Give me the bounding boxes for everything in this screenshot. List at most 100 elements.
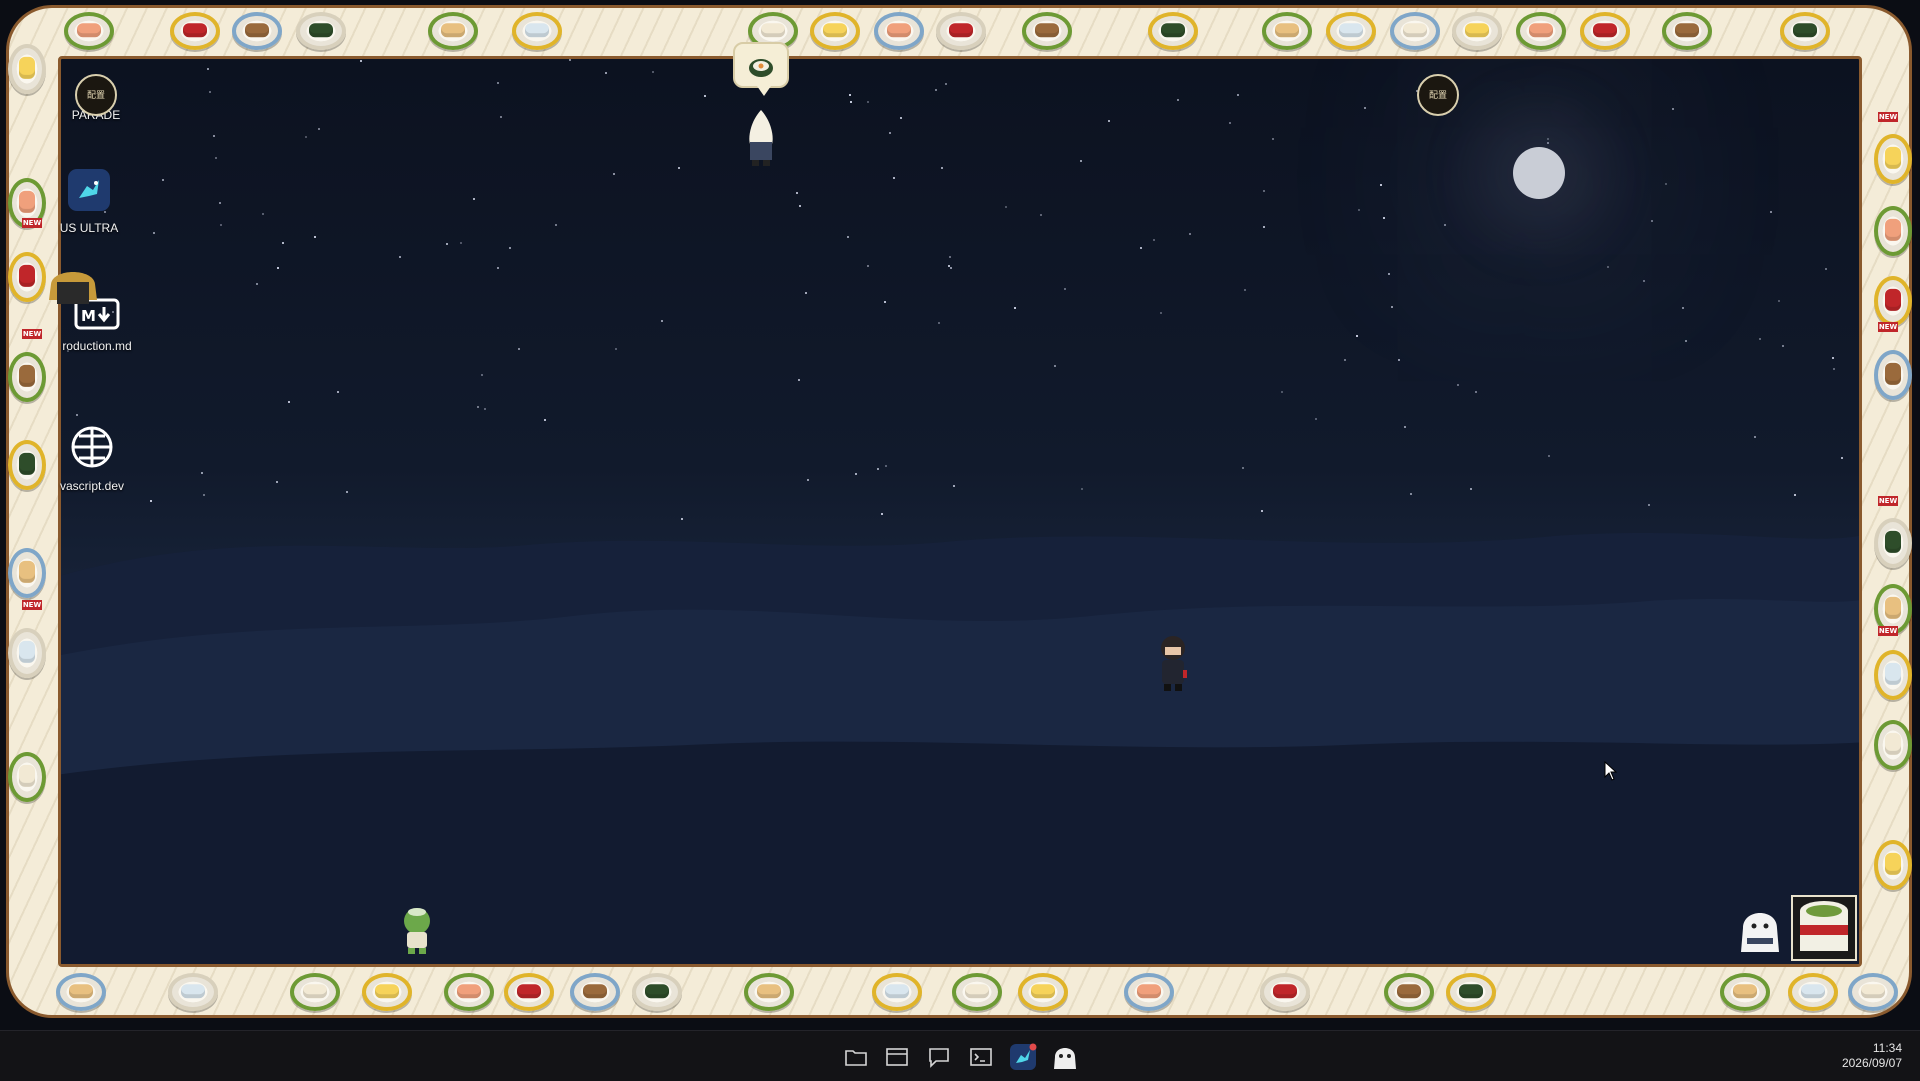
sushi-piece bbox=[1861, 984, 1885, 999]
sushi-piece bbox=[1885, 732, 1901, 755]
star bbox=[950, 267, 952, 269]
taskbar: 11:34 2026/09/07 bbox=[0, 1030, 1920, 1081]
ninja-character bbox=[1153, 634, 1193, 697]
desktop-icon-ultra[interactable]: US ULTRA bbox=[39, 168, 139, 235]
sushi-roll-icon bbox=[749, 59, 773, 77]
chat-button[interactable] bbox=[925, 1043, 953, 1071]
sushi-plate bbox=[8, 628, 46, 678]
sushi-plate bbox=[1124, 973, 1174, 1011]
star bbox=[213, 135, 215, 137]
sushi-piece bbox=[457, 984, 481, 999]
star bbox=[1388, 273, 1390, 275]
sushi-piece bbox=[757, 984, 781, 999]
files-button[interactable] bbox=[842, 1043, 870, 1071]
sushi-piece bbox=[1885, 218, 1901, 241]
sushi-piece bbox=[965, 984, 989, 999]
sushi-piece bbox=[1801, 984, 1825, 999]
star bbox=[1457, 384, 1459, 386]
star bbox=[497, 267, 499, 269]
star bbox=[201, 472, 203, 474]
sushi-plate bbox=[952, 973, 1002, 1011]
hills-background bbox=[61, 532, 1859, 964]
bird-app-icon bbox=[68, 169, 110, 211]
star bbox=[1383, 217, 1385, 219]
star bbox=[850, 101, 852, 103]
kappa-character bbox=[400, 906, 434, 961]
system-clock[interactable]: 11:34 2026/09/07 bbox=[1842, 1041, 1902, 1071]
star bbox=[203, 494, 205, 496]
clock-time: 11:34 bbox=[1872, 1041, 1902, 1055]
sushi-plate bbox=[56, 973, 106, 1011]
sushi-plate bbox=[512, 12, 562, 50]
star bbox=[849, 94, 851, 96]
star bbox=[1040, 214, 1042, 216]
sushi-plate bbox=[8, 44, 46, 94]
star bbox=[1014, 307, 1016, 309]
star bbox=[1356, 335, 1358, 337]
ghost-app-button[interactable] bbox=[1051, 1043, 1079, 1071]
sushi-plate bbox=[1580, 12, 1630, 50]
star bbox=[945, 83, 947, 85]
star bbox=[855, 473, 857, 475]
sushi-plate bbox=[8, 352, 46, 402]
new-badge: NEW bbox=[22, 600, 42, 610]
star bbox=[867, 265, 869, 267]
sushi-piece bbox=[1885, 596, 1901, 619]
sushi-plate bbox=[170, 12, 220, 50]
star bbox=[318, 128, 320, 130]
terminal-icon bbox=[970, 1048, 992, 1066]
star bbox=[518, 348, 520, 350]
sushi-piece bbox=[1459, 984, 1483, 999]
star bbox=[605, 72, 607, 74]
star bbox=[1825, 268, 1827, 270]
star bbox=[1778, 300, 1780, 302]
sushi-piece bbox=[1035, 23, 1059, 38]
settings-round-button[interactable]: 配置 bbox=[75, 74, 117, 116]
sushi-plate bbox=[296, 12, 346, 50]
sushi-piece bbox=[583, 984, 607, 999]
star bbox=[1685, 340, 1687, 342]
sushi-plate bbox=[504, 973, 554, 1011]
sushi-plate bbox=[1446, 973, 1496, 1011]
sushi-app-button[interactable] bbox=[1009, 1043, 1037, 1071]
star bbox=[877, 468, 879, 470]
desktop-icon-javascript[interactable]: vascript.dev bbox=[42, 424, 142, 493]
sushi-piece bbox=[1137, 984, 1161, 999]
sushi-piece bbox=[19, 56, 35, 79]
sushi-plate bbox=[1848, 973, 1898, 1011]
sushi-plate bbox=[1262, 12, 1312, 50]
night-scene-wallpaper bbox=[58, 56, 1862, 967]
star bbox=[799, 205, 801, 207]
star bbox=[153, 232, 155, 234]
sushi-plate bbox=[1874, 518, 1912, 568]
star bbox=[1005, 206, 1007, 208]
window-icon bbox=[886, 1048, 908, 1066]
star bbox=[215, 157, 217, 159]
terminal-button[interactable] bbox=[967, 1043, 995, 1071]
star bbox=[1263, 226, 1265, 228]
star bbox=[681, 518, 683, 520]
star bbox=[885, 465, 887, 467]
sushi-piece bbox=[1733, 984, 1757, 999]
globe-icon bbox=[71, 426, 113, 468]
rice-ghost-character bbox=[744, 108, 778, 173]
settings-round-button[interactable]: 配置 bbox=[1417, 74, 1459, 116]
sushi-plate bbox=[8, 440, 46, 490]
sushi-plate bbox=[1018, 973, 1068, 1011]
windows-button[interactable] bbox=[883, 1043, 911, 1071]
tea-cup-widget[interactable] bbox=[1791, 895, 1857, 966]
sushi-piece bbox=[1403, 23, 1427, 38]
sushi-plate bbox=[1390, 12, 1440, 50]
star bbox=[1547, 138, 1549, 140]
star bbox=[1470, 488, 1472, 490]
sushi-plate bbox=[362, 973, 412, 1011]
sushi-plate bbox=[1874, 720, 1912, 770]
star bbox=[256, 283, 258, 285]
star bbox=[360, 60, 362, 62]
sushi-plate bbox=[1260, 973, 1310, 1011]
star bbox=[949, 256, 951, 258]
star bbox=[1648, 504, 1650, 506]
sushi-plate bbox=[1788, 973, 1838, 1011]
star bbox=[1475, 391, 1477, 393]
star bbox=[1344, 359, 1346, 361]
